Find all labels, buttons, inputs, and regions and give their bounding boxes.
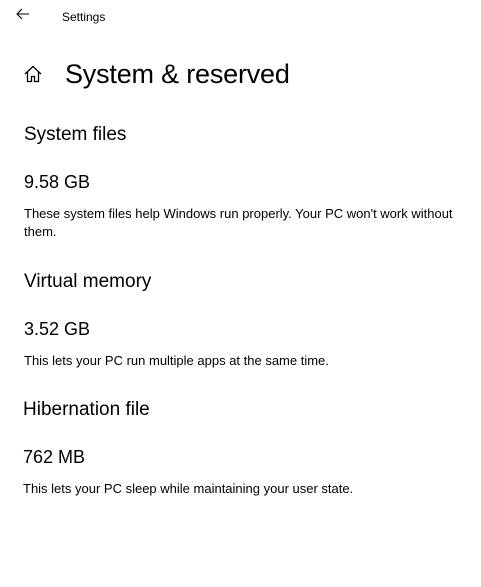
home-icon[interactable]: [22, 63, 44, 85]
page-title: System & reserved: [65, 59, 290, 89]
section-heading: Hibernation file: [23, 399, 150, 420]
section-description: These system files help Windows run prop…: [24, 206, 453, 239]
settings-window: Settings System & reserved System files …: [0, 0, 481, 587]
app-title: Settings: [62, 10, 106, 24]
page-header: System & reserved: [22, 54, 290, 94]
section-hibernation-file: Hibernation file 762 MB This lets your P…: [23, 398, 463, 498]
back-button[interactable]: [11, 4, 35, 28]
section-description: This lets your PC run multiple apps at t…: [24, 353, 329, 368]
section-heading: Virtual memory: [24, 271, 152, 292]
section-description: This lets your PC sleep while maintainin…: [23, 481, 354, 496]
storage-size-value: 9.58 GB: [24, 172, 91, 192]
title-bar: Settings: [0, 0, 481, 32]
section-system-files: System files 9.58 GB These system files …: [24, 123, 464, 241]
section-virtual-memory: Virtual memory 3.52 GB This lets your PC…: [24, 270, 464, 370]
back-arrow-icon: [16, 7, 30, 25]
storage-size-value: 3.52 GB: [24, 319, 91, 339]
storage-size-value: 762 MB: [23, 447, 86, 467]
section-heading: System files: [24, 124, 127, 145]
